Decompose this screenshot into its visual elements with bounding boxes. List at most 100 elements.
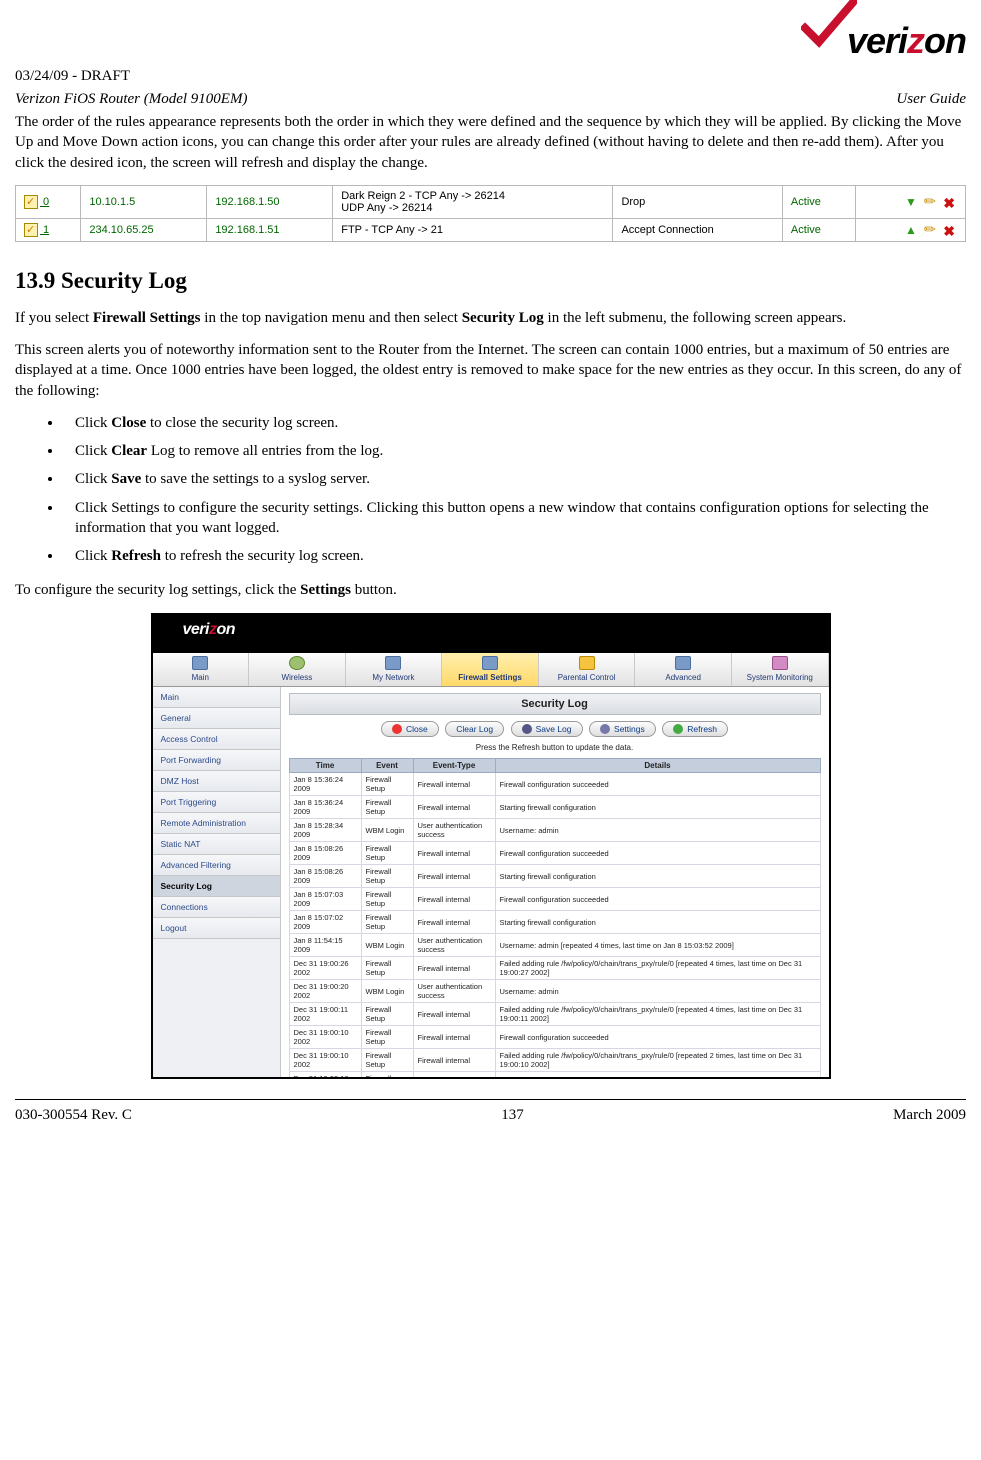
log-time: Dec 31 19:00:10 2002 (289, 1072, 361, 1077)
log-details: Firewall configuration succeeded (495, 888, 820, 911)
log-row: Jan 8 11:54:15 2009WBM LoginUser authent… (289, 934, 820, 957)
sidebar-item-connections[interactable]: Connections (153, 897, 280, 918)
sidebar-item-port-forwarding[interactable]: Port Forwarding (153, 750, 280, 771)
sidebar-item-main[interactable]: Main (153, 687, 280, 708)
router-logo: verizon (183, 621, 236, 639)
delete-icon[interactable] (941, 223, 955, 237)
edit-icon[interactable] (919, 192, 939, 212)
tab-system-monitoring[interactable]: System Monitoring (732, 653, 829, 686)
nav-icon (289, 656, 305, 670)
log-details: Failed adding rule /fw/policy/0/chain/tr… (495, 1049, 820, 1072)
close-icon (392, 724, 402, 734)
log-row: Jan 8 15:08:26 2009Firewall SetupFirewal… (289, 842, 820, 865)
edit-icon[interactable] (919, 220, 939, 240)
log-row: Dec 31 19:00:20 2002WBM LoginUser authen… (289, 980, 820, 1003)
tab-label: Main (192, 673, 209, 682)
log-event: WBM Login (361, 819, 413, 842)
tab-label: My Network (372, 673, 414, 682)
log-time: Dec 31 19:00:10 2002 (289, 1049, 361, 1072)
log-event-type: Firewall internal (413, 911, 495, 934)
panel-title: Security Log (289, 693, 821, 715)
log-details: Firewall configuration succeeded (495, 773, 820, 796)
sidebar-item-port-triggering[interactable]: Port Triggering (153, 792, 280, 813)
rule-src: 234.10.65.25 (81, 218, 207, 241)
delete-icon[interactable] (941, 195, 955, 209)
checkbox-icon[interactable] (24, 195, 38, 209)
sidebar-item-advanced-filtering[interactable]: Advanced Filtering (153, 855, 280, 876)
list-item: Click Refresh to refresh the security lo… (63, 546, 966, 566)
footer-left: 030-300554 Rev. C (15, 1107, 132, 1124)
para-3: This screen alerts you of noteworthy inf… (15, 340, 966, 401)
log-details: Username: admin [repeated 4 times, last … (495, 934, 820, 957)
close-button[interactable]: Close (381, 721, 439, 738)
log-event: WBM Login (361, 934, 413, 957)
move-down-icon[interactable] (903, 195, 917, 209)
log-event-type: Firewall internal (413, 1026, 495, 1049)
rule-index[interactable]: 1 (16, 218, 81, 241)
log-time: Jan 8 15:36:24 2009 (289, 773, 361, 796)
log-event-type: Firewall internal (413, 1072, 495, 1077)
check-icon (801, 0, 851, 48)
sidebar-item-dmz-host[interactable]: DMZ Host (153, 771, 280, 792)
tab-advanced[interactable]: Advanced (635, 653, 732, 686)
rule-index[interactable]: 0 (16, 185, 81, 218)
log-time: Jan 8 15:08:26 2009 (289, 842, 361, 865)
settings-button[interactable]: Settings (589, 721, 656, 738)
tab-parental-control[interactable]: Parental Control (539, 653, 636, 686)
tab-label: Parental Control (558, 673, 616, 682)
log-row: Dec 31 19:00:26 2002Firewall SetupFirewa… (289, 957, 820, 980)
sidebar-item-general[interactable]: General (153, 708, 280, 729)
doc-type: User Guide (896, 91, 966, 108)
logo-text-z: z (907, 20, 924, 61)
sidebar-item-remote-administration[interactable]: Remote Administration (153, 813, 280, 834)
col-event-type: Event-Type (413, 759, 495, 773)
settings-icon (600, 724, 610, 734)
sidebar-item-logout[interactable]: Logout (153, 918, 280, 939)
log-event-type: Firewall internal (413, 842, 495, 865)
log-row: Jan 8 15:36:24 2009Firewall SetupFirewal… (289, 773, 820, 796)
log-time: Dec 31 19:00:26 2002 (289, 957, 361, 980)
footer-rule (15, 1099, 966, 1100)
refresh-button[interactable]: Refresh (662, 721, 728, 738)
section-heading: 13.9 Security Log (15, 268, 966, 294)
tab-main[interactable]: Main (153, 653, 250, 686)
log-event: Firewall Setup (361, 888, 413, 911)
move-up-icon[interactable] (903, 223, 917, 237)
draft-stamp: 03/24/09 - DRAFT (15, 68, 966, 85)
sidebar-item-security-log[interactable]: Security Log (153, 876, 280, 897)
nav-icon (772, 656, 788, 670)
log-event: Firewall Setup (361, 1003, 413, 1026)
log-row: Dec 31 19:00:10 2002Firewall SetupFirewa… (289, 1072, 820, 1077)
log-event-type: User authentication success (413, 819, 495, 842)
col-time: Time (289, 759, 361, 773)
rule-dst: 192.168.1.50 (207, 185, 333, 218)
log-details: Firewall configuration succeeded (495, 1026, 820, 1049)
col-event: Event (361, 759, 413, 773)
tab-wireless[interactable]: Wireless (249, 653, 346, 686)
sidebar-item-access-control[interactable]: Access Control (153, 729, 280, 750)
page-number: 137 (501, 1107, 524, 1124)
rule-src: 10.10.1.5 (81, 185, 207, 218)
rule-protocol: Dark Reign 2 - TCP Any -> 26214 UDP Any … (333, 185, 613, 218)
nav-icon (385, 656, 401, 670)
table-row: 010.10.1.5192.168.1.50Dark Reign 2 - TCP… (16, 185, 966, 218)
sidebar-item-static-nat[interactable]: Static NAT (153, 834, 280, 855)
log-time: Dec 31 19:00:11 2002 (289, 1003, 361, 1026)
log-time: Jan 8 15:07:03 2009 (289, 888, 361, 911)
log-details: Starting firewall configuration (495, 796, 820, 819)
intro-paragraph: The order of the rules appearance repres… (15, 112, 966, 173)
log-details: Starting firewall configuration (495, 1072, 820, 1077)
log-details: Username: admin (495, 980, 820, 1003)
clear-log-button[interactable]: Clear Log (445, 721, 504, 737)
save-icon (522, 724, 532, 734)
save-log-button[interactable]: Save Log (511, 721, 583, 738)
log-event-type: Firewall internal (413, 773, 495, 796)
tab-firewall-settings[interactable]: Firewall Settings (442, 653, 539, 686)
checkbox-icon[interactable] (24, 223, 38, 237)
tab-my-network[interactable]: My Network (346, 653, 443, 686)
log-event: Firewall Setup (361, 842, 413, 865)
tab-label: Wireless (282, 673, 313, 682)
rule-protocol: FTP - TCP Any -> 21 (333, 218, 613, 241)
log-table: Time Event Event-Type Details Jan 8 15:3… (289, 758, 821, 1076)
log-event-type: Firewall internal (413, 957, 495, 980)
